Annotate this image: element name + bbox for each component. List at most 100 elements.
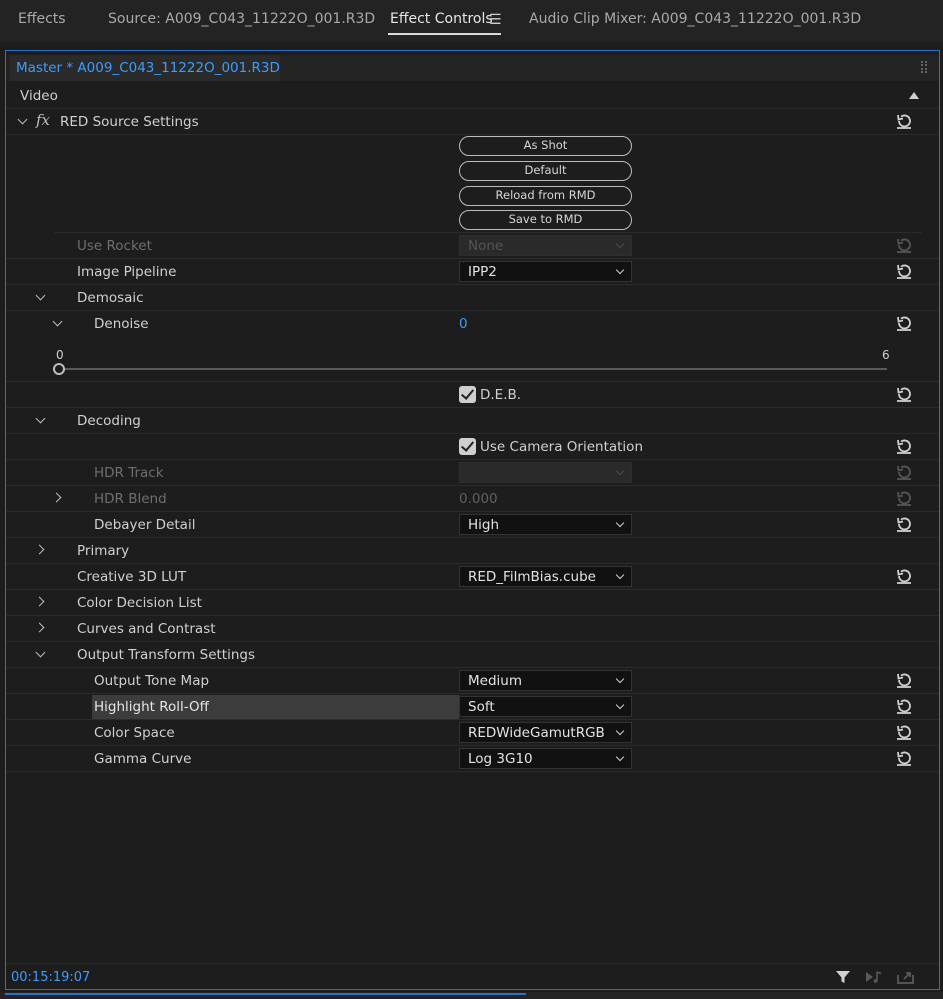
demosaic-label: Demosaic <box>77 290 144 306</box>
hdr-blend-value: 0.000 <box>459 491 498 507</box>
as-shot-button[interactable]: As Shot <box>459 136 632 156</box>
reset-icon[interactable] <box>895 723 913 741</box>
reload-from-rmd-button[interactable]: Reload from RMD <box>459 186 632 206</box>
filter-icon[interactable] <box>834 969 854 985</box>
reset-icon[interactable] <box>895 567 913 585</box>
output-tone-map-dropdown[interactable]: Medium <box>459 670 632 691</box>
hamburger-menu-icon[interactable]: ☰ <box>489 12 502 28</box>
active-tab-indicator <box>388 33 501 35</box>
highlight-rolloff-label: Highlight Roll-Off <box>94 699 209 715</box>
chevron-right-icon[interactable] <box>35 620 47 634</box>
video-section-label: Video <box>20 88 58 104</box>
chevron-right-icon[interactable] <box>52 490 64 504</box>
denoise-label: Denoise <box>94 316 149 332</box>
hdr-blend-label: HDR Blend <box>94 491 167 507</box>
output-tone-map-label: Output Tone Map <box>94 673 210 689</box>
default-button[interactable]: Default <box>459 161 632 181</box>
chevron-down-icon[interactable] <box>17 113 29 127</box>
reset-icon[interactable] <box>895 437 913 455</box>
fx-icon[interactable]: fx <box>36 111 50 129</box>
curves-label: Curves and Contrast <box>77 621 216 637</box>
collapse-up-icon[interactable] <box>909 92 919 99</box>
primary-label: Primary <box>77 543 130 559</box>
tab-audio-clip-mixer[interactable]: Audio Clip Mixer: A009_C043_11222O_001.R… <box>529 11 861 27</box>
reset-icon <box>895 463 913 481</box>
debayer-detail-row: Debayer Detail High <box>6 512 939 538</box>
master-clip-label[interactable]: Master * A009_C043_11222O_001.R3D <box>10 55 280 81</box>
debayer-detail-label: Debayer Detail <box>94 517 196 533</box>
chevron-down-icon[interactable] <box>35 646 47 660</box>
chevron-right-icon[interactable] <box>35 542 47 556</box>
camera-orientation-row: Use Camera Orientation <box>6 434 939 460</box>
use-rocket-row: Use Rocket None <box>6 233 939 259</box>
highlight-rolloff-row: Highlight Roll-Off Soft <box>6 694 939 720</box>
panel-footer: 00:15:19:07 <box>6 963 939 989</box>
hdr-track-label: HDR Track <box>94 465 164 481</box>
export-icon[interactable] <box>896 969 916 985</box>
effect-name: RED Source Settings <box>60 114 199 130</box>
play-audio-icon[interactable] <box>864 969 884 985</box>
image-pipeline-label: Image Pipeline <box>77 264 177 280</box>
effect-controls-panel: Master * A009_C043_11222O_001.R3D Video … <box>5 50 940 990</box>
tab-effects[interactable]: Effects <box>18 11 66 27</box>
creative-lut-row: Creative 3D LUT RED_FilmBias.cube <box>6 564 939 590</box>
reset-icon[interactable] <box>895 262 913 280</box>
color-space-row: Color Space REDWideGamutRGB <box>6 720 939 746</box>
curves-row: Curves and Contrast <box>6 616 939 642</box>
cdl-label: Color Decision List <box>77 595 202 611</box>
reset-icon[interactable] <box>895 314 913 332</box>
image-pipeline-dropdown[interactable]: IPP2 <box>459 261 632 282</box>
reset-icon[interactable] <box>895 112 913 130</box>
timecode-display[interactable]: 00:15:19:07 <box>11 970 90 985</box>
decoding-label: Decoding <box>77 413 141 429</box>
use-rocket-label: Use Rocket <box>77 238 152 254</box>
panel-grip-icon[interactable] <box>921 61 927 73</box>
demosaic-row: Demosaic <box>6 285 939 311</box>
output-transform-label: Output Transform Settings <box>77 647 255 663</box>
deb-label: D.E.B. <box>480 387 522 403</box>
chevron-down-icon[interactable] <box>52 315 64 329</box>
debayer-detail-dropdown[interactable]: High <box>459 514 632 535</box>
reset-icon <box>895 489 913 507</box>
tab-source[interactable]: Source: A009_C043_11222O_001.R3D <box>108 11 375 27</box>
gamma-curve-label: Gamma Curve <box>94 751 192 767</box>
hdr-track-dropdown <box>459 462 632 483</box>
reset-icon[interactable] <box>895 749 913 767</box>
highlight-rolloff-dropdown[interactable]: Soft <box>459 696 632 717</box>
gamma-curve-dropdown[interactable]: Log 3G10 <box>459 748 632 769</box>
camera-orientation-label: Use Camera Orientation <box>480 439 643 455</box>
slider-track[interactable] <box>61 368 887 370</box>
active-panel-indicator <box>5 993 526 995</box>
save-to-rmd-button[interactable]: Save to RMD <box>459 210 632 230</box>
hdr-blend-row: HDR Blend 0.000 <box>6 486 939 512</box>
output-transform-row: Output Transform Settings <box>6 642 939 668</box>
slider-min-label: 0 <box>56 348 64 362</box>
color-space-dropdown[interactable]: REDWideGamutRGB <box>459 722 632 743</box>
camera-orientation-checkbox[interactable] <box>459 438 476 455</box>
creative-lut-dropdown[interactable]: RED_FilmBias.cube <box>459 566 632 587</box>
clip-header-row: Master * A009_C043_11222O_001.R3D <box>6 55 939 81</box>
chevron-down-icon[interactable] <box>35 289 47 303</box>
color-space-label: Color Space <box>94 725 175 741</box>
reset-icon[interactable] <box>895 671 913 689</box>
gamma-curve-row: Gamma Curve Log 3G10 <box>6 746 939 772</box>
chevron-right-icon[interactable] <box>35 594 47 608</box>
reset-icon[interactable] <box>895 385 913 403</box>
reset-icon[interactable] <box>895 515 913 533</box>
denoise-value[interactable]: 0 <box>459 316 468 332</box>
panel-tab-bar: Effects Source: A009_C043_11222O_001.R3D… <box>0 0 943 42</box>
image-pipeline-row: Image Pipeline IPP2 <box>6 259 939 285</box>
tab-effect-controls[interactable]: Effect Controls <box>390 11 493 27</box>
creative-lut-label: Creative 3D LUT <box>77 569 187 585</box>
primary-row: Primary <box>6 538 939 564</box>
chevron-down-icon[interactable] <box>35 412 47 426</box>
deb-checkbox[interactable] <box>459 386 476 403</box>
deb-row: D.E.B. <box>6 382 939 408</box>
reset-icon[interactable] <box>895 697 913 715</box>
slider-max-label: 6 <box>882 348 890 362</box>
effect-row-red-source: fx RED Source Settings <box>6 109 939 135</box>
video-section-row: Video <box>6 83 939 109</box>
slider-handle[interactable] <box>53 363 65 375</box>
use-rocket-dropdown: None <box>459 235 632 256</box>
reset-icon <box>895 236 913 254</box>
